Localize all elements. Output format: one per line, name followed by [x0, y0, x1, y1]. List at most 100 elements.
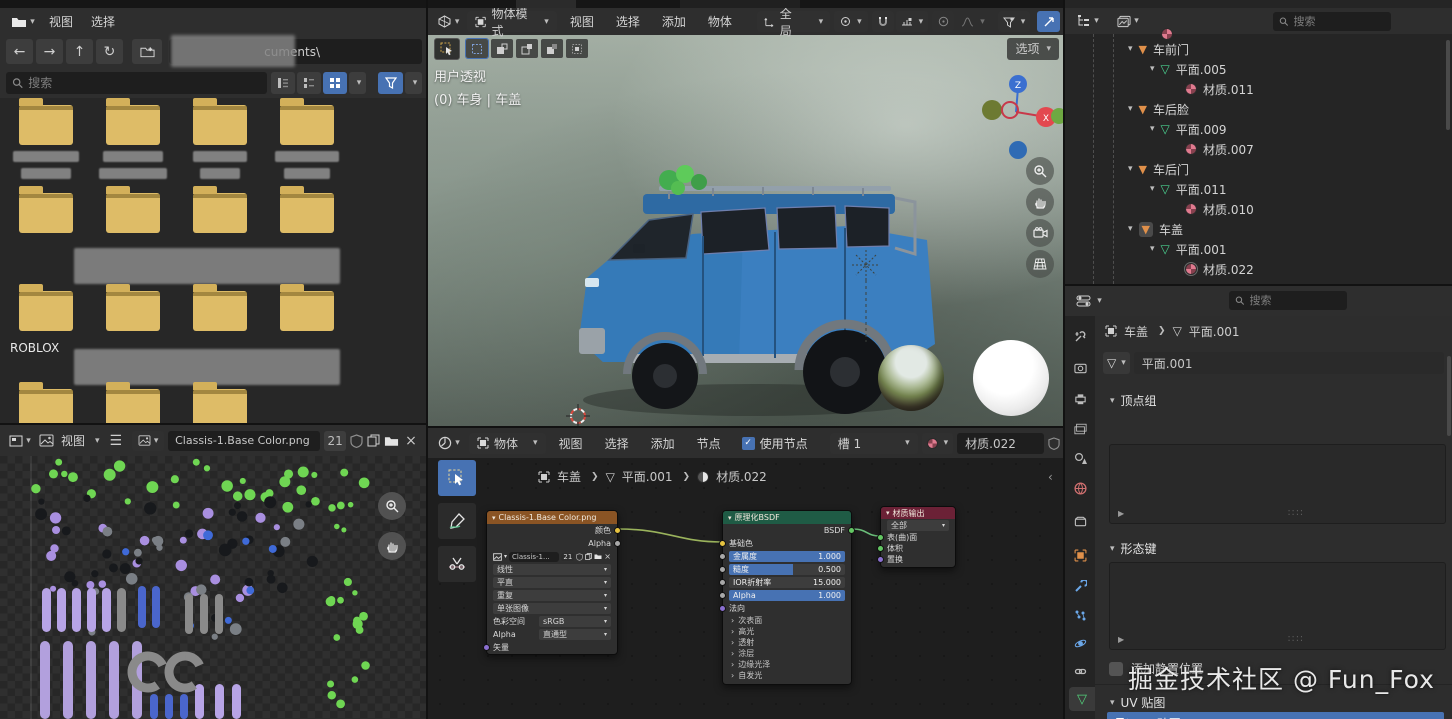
- datablock-name-field[interactable]: 平面.001: [1134, 352, 1444, 374]
- tab-modifiers[interactable]: [1067, 574, 1093, 598]
- collapse-region-icon[interactable]: ‹: [1048, 470, 1053, 484]
- folder-item[interactable]: [267, 185, 347, 233]
- fake-user-shield-icon[interactable]: [350, 434, 363, 448]
- collapse-icon[interactable]: ▾: [886, 509, 890, 517]
- target-dropdown[interactable]: 全部▾: [887, 520, 949, 531]
- search-field[interactable]: [6, 72, 267, 94]
- breadcrumb-object[interactable]: 车盖: [557, 468, 581, 485]
- properties-search-field[interactable]: [1229, 291, 1347, 310]
- breadcrumb-object[interactable]: 车盖: [1124, 323, 1148, 340]
- subsurface-section[interactable]: ›次表面: [723, 615, 851, 626]
- properties-scrollbar[interactable]: [1447, 356, 1451, 436]
- breadcrumb-material[interactable]: 材质.022: [716, 468, 767, 485]
- displacement-socket[interactable]: [877, 556, 884, 563]
- select-mode-intersect-button[interactable]: [566, 39, 588, 58]
- roughness-socket[interactable]: [719, 566, 726, 573]
- image-browse-button[interactable]: ▾: [132, 431, 164, 451]
- region-divider-horizontal[interactable]: [0, 423, 428, 425]
- show-gizmo-dropdown[interactable]: ▾: [998, 11, 1031, 32]
- refresh-button[interactable]: ↻: [96, 39, 123, 64]
- region-divider-horizontal[interactable]: [428, 426, 1065, 428]
- camera-view-button[interactable]: [1026, 219, 1054, 247]
- axis-gizmo[interactable]: Z X: [968, 70, 1063, 160]
- editor-type-button[interactable]: ▾: [433, 433, 465, 454]
- unlink-close-icon[interactable]: ×: [405, 433, 417, 449]
- menu-view[interactable]: 视图: [561, 13, 603, 30]
- emission-section[interactable]: ›自发光: [723, 670, 851, 681]
- ortho-grid-button[interactable]: [1026, 250, 1054, 278]
- fake-user-shield-icon[interactable]: [576, 553, 583, 561]
- links-cut-tool-button[interactable]: [438, 546, 476, 582]
- folder-item[interactable]: [267, 97, 347, 179]
- menu-select[interactable]: 选择: [596, 435, 638, 452]
- forward-button[interactable]: →: [36, 39, 63, 64]
- image-name-mini-field[interactable]: Classis-1...: [509, 552, 559, 562]
- display-thumbnails-button[interactable]: [323, 72, 347, 94]
- properties-search-input[interactable]: [1250, 294, 1342, 307]
- select-mode-invert-button[interactable]: [541, 39, 563, 58]
- image-texture-node[interactable]: ▾ Classis-1.Base Color.png 颜色 Alpha ▾ Cl…: [486, 510, 618, 655]
- outliner-row-object[interactable]: ▾▼车前门: [1125, 39, 1189, 59]
- pivot-dropdown[interactable]: ▾: [834, 11, 868, 32]
- material-output-node[interactable]: ▾ 材质输出 全部▾ 表(曲)面 体积 置换: [880, 506, 956, 568]
- display-horizontal-list-button[interactable]: [297, 72, 321, 94]
- folder-item[interactable]: [6, 381, 86, 425]
- expand-icon[interactable]: ▶: [1118, 635, 1124, 644]
- tab-object-data-active[interactable]: ▽: [1069, 687, 1095, 711]
- color-socket[interactable]: [614, 527, 621, 534]
- menu-select[interactable]: 选择: [607, 13, 649, 30]
- search-input[interactable]: [28, 76, 261, 90]
- fake-user-shield-icon[interactable]: [1048, 437, 1060, 450]
- alpha-socket[interactable]: [719, 592, 726, 599]
- region-divider-horizontal[interactable]: [1065, 284, 1452, 286]
- users-count-badge[interactable]: 21: [561, 553, 574, 561]
- alpha-slider[interactable]: Alpha1.000: [729, 590, 845, 601]
- tab-object[interactable]: [1067, 543, 1093, 567]
- breadcrumb-mesh[interactable]: 平面.001: [1189, 323, 1240, 340]
- projection-dropdown[interactable]: 平直▾: [493, 577, 611, 588]
- folder-item-roblox[interactable]: ROBLOX: [6, 283, 86, 355]
- uv-map-item-selected[interactable]: UV 贴图: [1107, 712, 1444, 719]
- uv-maps-panel-header[interactable]: ▾ UV 贴图: [1107, 694, 1165, 711]
- ior-socket[interactable]: [719, 579, 726, 586]
- open-folder-icon[interactable]: [384, 435, 399, 447]
- shape-keys-list[interactable]: ▶ ∷∷: [1109, 562, 1446, 650]
- vertex-groups-list[interactable]: ▶ ∷∷: [1109, 444, 1446, 524]
- outliner-search-input[interactable]: [1294, 15, 1386, 28]
- editor-type-button[interactable]: ▾: [1071, 291, 1107, 311]
- tab-world[interactable]: [1067, 476, 1093, 500]
- annotate-tool-button[interactable]: [438, 503, 476, 539]
- proportional-falloff-dropdown[interactable]: ▾: [956, 11, 990, 32]
- metallic-slider[interactable]: 金属度1.000: [729, 551, 845, 562]
- unlink-close-icon[interactable]: ×: [604, 552, 611, 561]
- filter-options-dropdown[interactable]: ▾: [405, 72, 422, 94]
- outliner-scrollbar[interactable]: [1446, 40, 1450, 130]
- expand-icon[interactable]: ▶: [1118, 509, 1124, 518]
- breadcrumb-mesh[interactable]: 平面.001: [622, 468, 673, 485]
- menu-select[interactable]: 选择: [82, 13, 124, 30]
- checkbox-unchecked[interactable]: [1109, 662, 1123, 676]
- options-dropdown[interactable]: 选项 ▾: [1007, 38, 1059, 60]
- pan-hand-button[interactable]: [1026, 188, 1054, 216]
- source-dropdown[interactable]: 单张图像▾: [493, 603, 611, 614]
- display-size-dropdown[interactable]: ▾: [349, 72, 366, 94]
- outliner-row-material[interactable]: 材质.010: [1185, 199, 1254, 219]
- image-name-field[interactable]: Classis-1.Base Color.png: [168, 431, 320, 451]
- zoom-button[interactable]: [378, 492, 406, 520]
- zoom-button[interactable]: [1026, 157, 1054, 185]
- folder-item[interactable]: [93, 97, 173, 179]
- transform-gizmo-toggle[interactable]: [1037, 11, 1060, 32]
- color-space-dropdown[interactable]: sRGB▾: [539, 616, 611, 627]
- specular-section[interactable]: ›高光: [723, 626, 851, 637]
- folder-item[interactable]: [6, 185, 86, 233]
- resize-grip[interactable]: ∷∷: [1288, 508, 1305, 519]
- path-field[interactable]: cuments\: [169, 39, 422, 64]
- folder-item[interactable]: [180, 381, 260, 425]
- outliner-search-field[interactable]: [1273, 12, 1391, 31]
- menu-view[interactable]: 视图: [550, 435, 592, 452]
- outliner-row-material-active[interactable]: 材质.022: [1185, 259, 1254, 279]
- folder-item[interactable]: [93, 185, 173, 233]
- orientation-dropdown[interactable]: 全局 ▾: [757, 11, 830, 32]
- new-folder-button[interactable]: [132, 39, 162, 64]
- tweak-tool-button[interactable]: [434, 38, 460, 60]
